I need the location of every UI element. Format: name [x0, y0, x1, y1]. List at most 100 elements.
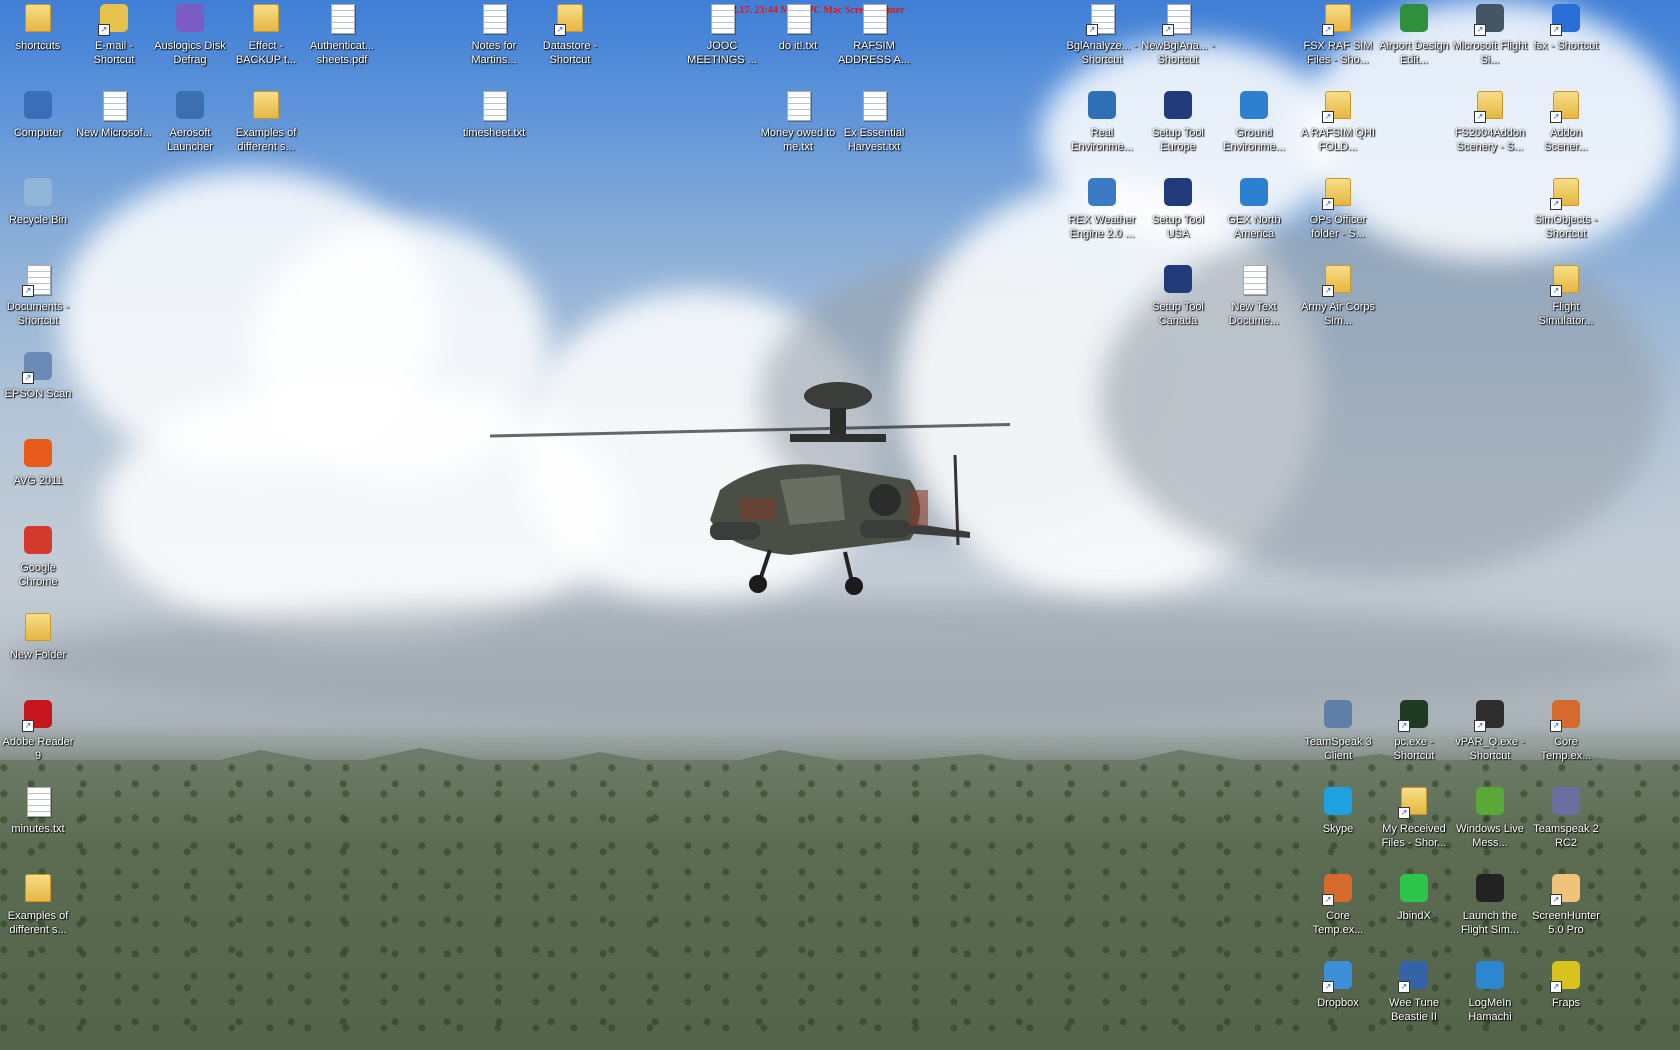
launch-flight-sim-icon [1474, 874, 1506, 906]
shortcut-arrow-icon: ↗ [1398, 981, 1410, 993]
desktop-icon[interactable]: RAFSIM ADDRESS A... [836, 2, 912, 74]
desktop-icon[interactable]: Airport Design Edit... [1376, 2, 1452, 74]
desktop-icon[interactable]: JbindX [1376, 872, 1452, 944]
desktop-icon[interactable]: Setup Tool Europe [1140, 89, 1216, 161]
gex-icon [1238, 178, 1270, 210]
desktop-icon[interactable]: New Text Docume... [1216, 263, 1292, 335]
desktop-icon[interactable]: ↗ Adobe Reader 9 [0, 698, 76, 770]
core-temp-icon: ↗ [1322, 874, 1354, 906]
desktop-icon[interactable]: TeamSpeak 3 Client [1300, 698, 1376, 770]
desktop-icon[interactable]: ↗ SimObjects - Shortcut [1528, 176, 1604, 248]
desktop-icon-label: Setup Tool USA [1152, 214, 1204, 240]
shortcut-arrow-icon: ↗ [1322, 894, 1334, 906]
desktop-icon[interactable]: Computer [0, 89, 76, 161]
shortcut-arrow-icon: ↗ [1322, 24, 1334, 36]
desktop-icon[interactable]: Notes for Martins... [456, 2, 532, 74]
desktop-icon[interactable]: ↗ vPAR_Q.exe - Shortcut [1452, 698, 1528, 770]
desktop-icon-label: Setup Tool Europe [1152, 127, 1204, 153]
globe-icon [1162, 91, 1194, 123]
desktop-icon[interactable]: ↗ Flight Simulator... [1528, 263, 1604, 335]
desktop-icon[interactable]: ↗ Datastore - Shortcut [532, 2, 608, 74]
desktop-icon[interactable]: Examples of different s... [228, 89, 304, 161]
shortcut-arrow-icon: ↗ [1474, 111, 1486, 123]
desktop-icon[interactable]: ↗ BglAnalyze... - Shortcut [1064, 2, 1140, 74]
shortcut-arrow-icon: ↗ [1550, 894, 1562, 906]
computer-icon [22, 91, 54, 123]
desktop-icon[interactable]: ↗ OPs Officer folder - S... [1300, 176, 1376, 248]
text-document-icon [782, 91, 814, 123]
folder-shortcut-icon: ↗ [1550, 91, 1582, 123]
helicopter-image [490, 382, 1010, 595]
desktop-icon[interactable]: ↗ Core Temp.ex... [1528, 698, 1604, 770]
desktop-icon[interactable]: ↗ Microsoft Flight Si... [1452, 2, 1528, 74]
desktop-icon[interactable]: ↗ Addon Scener... [1528, 89, 1604, 161]
desktop-icon[interactable]: ↗ My Received Files - Shor... [1376, 785, 1452, 857]
desktop-icon[interactable]: ↗ Wee Tune Beastie II [1376, 959, 1452, 1031]
desktop-icon[interactable]: ↗ Documents - Shortcut [0, 263, 76, 335]
desktop-icon-label: OPs Officer folder - S... [1309, 214, 1367, 240]
desktop-icon-label: RAFSIM ADDRESS A... [837, 40, 911, 66]
desktop-icon[interactable]: ↗ fsx - Shortcut [1528, 2, 1604, 74]
desktop-icon[interactable]: Skype [1300, 785, 1376, 857]
desktop-icon[interactable]: Money owed to me.txt [760, 89, 836, 161]
desktop-icon[interactable]: ↗ NewBglAna... - Shortcut [1140, 2, 1216, 74]
desktop-icon[interactable]: Auslogics Disk Defrag [152, 2, 228, 74]
core-temp-icon: ↗ [1550, 700, 1582, 732]
desktop-icon[interactable]: Ground Environme... [1216, 89, 1292, 161]
desktop-icon[interactable]: Aerosoft Launcher [152, 89, 228, 161]
desktop-icon[interactable]: ↗ Dropbox [1300, 959, 1376, 1031]
desktop-icon[interactable]: LogMeIn Hamachi [1452, 959, 1528, 1031]
desktop-icon[interactable]: ↗ Fraps [1528, 959, 1604, 1031]
desktop-icon[interactable]: ↗ E-mail - Shortcut [76, 2, 152, 74]
desktop-icon[interactable]: Launch the Flight Sim... [1452, 872, 1528, 944]
desktop-icon[interactable]: ↗ FSX RAF SIM Files - Sho... [1300, 2, 1376, 74]
desktop-icon[interactable]: GEX North America [1216, 176, 1292, 248]
screenhunter-icon: ↗ [1550, 874, 1582, 906]
wee-tune-icon: ↗ [1398, 961, 1430, 993]
desktop-icon[interactable]: ↗ A RAFSIM QHI FOLD... [1300, 89, 1376, 161]
desktop-icon-label: Effect - BACKUP t... [235, 40, 297, 66]
desktop-icon[interactable]: Authenticat... sheets.pdf [304, 2, 380, 74]
desktop-icon[interactable]: ↗ FS2004Addon Scenery - S... [1452, 89, 1528, 161]
folder-icon [22, 613, 54, 645]
desktop-icon[interactable]: Recycle Bin [0, 176, 76, 248]
desktop-icon[interactable]: Setup Tool USA [1140, 176, 1216, 248]
skype-icon [1322, 787, 1354, 819]
desktop-icon[interactable]: minutes.txt [0, 785, 76, 857]
desktop-icon[interactable]: timesheet.txt [456, 89, 532, 161]
desktop-icon[interactable]: ↗ EPSON Scan [0, 350, 76, 422]
desktop-icon[interactable]: AVG 2011 [0, 437, 76, 509]
desktop-icon[interactable]: Google Chrome [0, 524, 76, 596]
desktop-icon-label: NewBglAna... - Shortcut [1141, 40, 1215, 66]
desktop-icon[interactable]: Effect - BACKUP t... [228, 2, 304, 74]
desktop-icon[interactable]: Setup Tool Canada [1140, 263, 1216, 335]
pdf-document-icon [326, 4, 358, 36]
desktop-icon[interactable]: Real Environme... [1064, 89, 1140, 161]
desktop-icon[interactable]: ↗ pc.exe - Shortcut [1376, 698, 1452, 770]
desktop-icon[interactable]: do it!.txt [760, 2, 836, 74]
desktop-icon[interactable]: New Folder [0, 611, 76, 683]
globe-icon [1162, 265, 1194, 297]
globe-icon [1162, 178, 1194, 210]
desktop-icon[interactable]: JOOC MEETINGS ... [684, 2, 760, 74]
desktop-icon[interactable]: ↗ Core Temp.ex... [1300, 872, 1376, 944]
text-document-icon [858, 4, 890, 36]
desktop-icon[interactable]: ↗ ScreenHunter 5.0 Pro [1528, 872, 1604, 944]
desktop-icon-label: SimObjects - Shortcut [1534, 214, 1598, 240]
desktop-icon[interactable]: ↗ Army Air Corps Sim... [1300, 263, 1376, 335]
shortcut-arrow-icon: ↗ [1550, 24, 1562, 36]
desktop-icon[interactable]: Teamspeak 2 RC2 [1528, 785, 1604, 857]
desktop-icon[interactable]: REX Weather Engine 2.0 ... [1064, 176, 1140, 248]
desktop-icon-label: Windows Live Mess... [1456, 823, 1524, 849]
adobe-reader-icon: ↗ [22, 700, 54, 732]
desktop-icon-label: E-mail - Shortcut [93, 40, 135, 66]
desktop-icon-label: Ex Essential Harvest.txt [843, 127, 905, 153]
desktop-icon[interactable]: shortcuts [0, 2, 76, 74]
desktop-icon[interactable]: Examples of different s... [0, 872, 76, 944]
desktop-icon[interactable]: Windows Live Mess... [1452, 785, 1528, 857]
shortcut-arrow-icon: ↗ [1474, 24, 1486, 36]
desktop-icon[interactable]: Ex Essential Harvest.txt [836, 89, 912, 161]
folder-icon [22, 874, 54, 906]
desktop-icon[interactable]: New Microsof... [76, 89, 152, 161]
desktop-icon-label: shortcuts [15, 40, 61, 52]
